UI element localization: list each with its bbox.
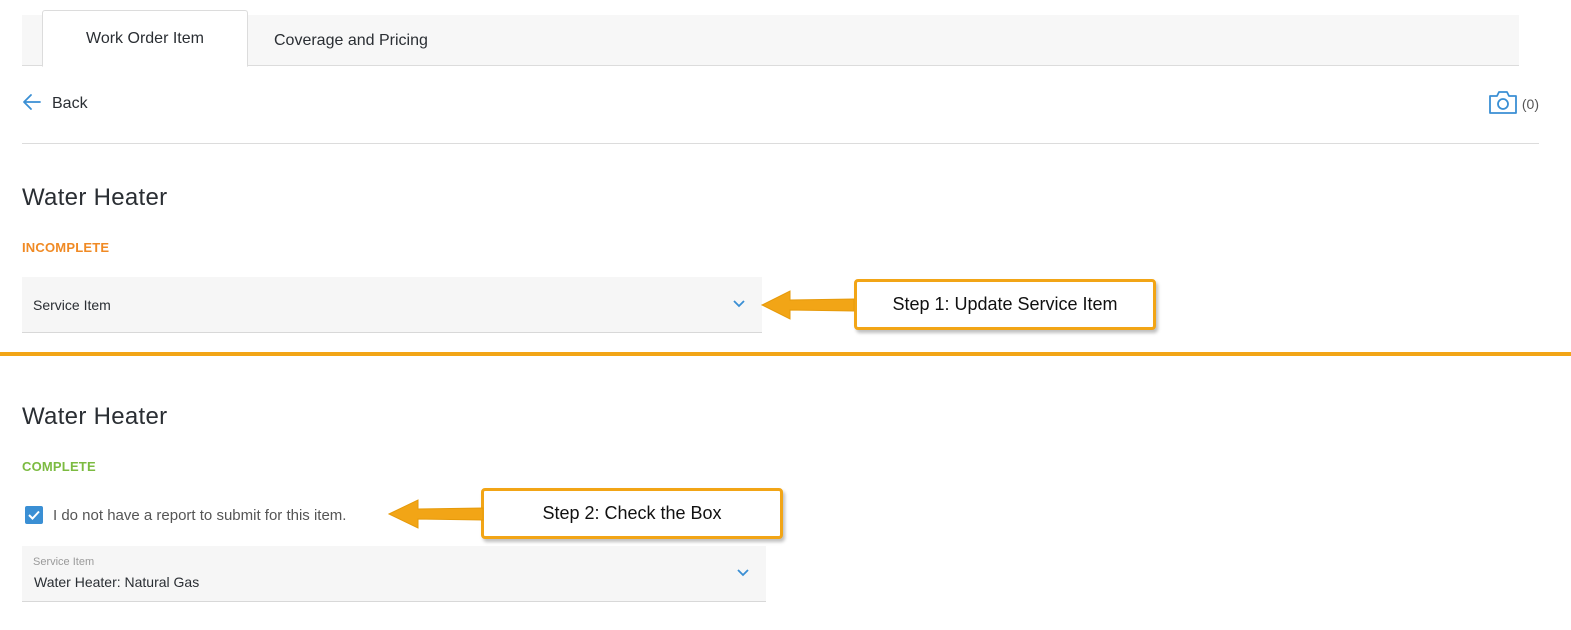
callout-arrow-icon bbox=[760, 290, 855, 320]
back-label: Back bbox=[52, 95, 88, 112]
service-item-select-label: Service Item bbox=[33, 556, 95, 568]
tab-work-order-item[interactable]: Work Order Item bbox=[42, 10, 248, 67]
no-report-checkbox-row: I do not have a report to submit for thi… bbox=[25, 506, 346, 524]
item-title: Water Heater bbox=[22, 184, 168, 211]
chevron-down-icon bbox=[732, 297, 746, 316]
callout-step2: Step 2: Check the Box bbox=[481, 488, 783, 539]
camera-icon bbox=[1488, 89, 1518, 118]
item-title: Water Heater bbox=[22, 403, 168, 430]
tab-coverage-and-pricing[interactable]: Coverage and Pricing bbox=[262, 15, 442, 66]
back-button[interactable]: Back bbox=[22, 92, 88, 116]
service-item-select[interactable]: Service Item Water Heater: Natural Gas bbox=[22, 546, 766, 602]
arrow-left-icon bbox=[22, 92, 52, 117]
service-item-select-label: Service Item bbox=[33, 297, 111, 313]
service-item-select-value: Water Heater: Natural Gas bbox=[34, 574, 200, 590]
tab-bar: Work Order Item Coverage and Pricing bbox=[22, 10, 1519, 67]
status-badge-complete: COMPLETE bbox=[22, 459, 96, 474]
callout-arrow-icon bbox=[387, 499, 484, 529]
chevron-down-icon bbox=[736, 566, 750, 585]
no-report-checkbox-label: I do not have a report to submit for thi… bbox=[53, 506, 347, 524]
header-divider bbox=[22, 143, 1539, 144]
checkmark-icon bbox=[28, 510, 40, 520]
no-report-checkbox[interactable] bbox=[25, 506, 43, 524]
photos-button[interactable]: (0) bbox=[1488, 89, 1539, 118]
section-separator bbox=[0, 352, 1571, 356]
service-item-select[interactable]: Service Item bbox=[22, 277, 762, 333]
callout-step1: Step 1: Update Service Item bbox=[854, 279, 1156, 330]
status-badge-incomplete: INCOMPLETE bbox=[22, 240, 110, 255]
photo-count: (0) bbox=[1521, 95, 1539, 112]
